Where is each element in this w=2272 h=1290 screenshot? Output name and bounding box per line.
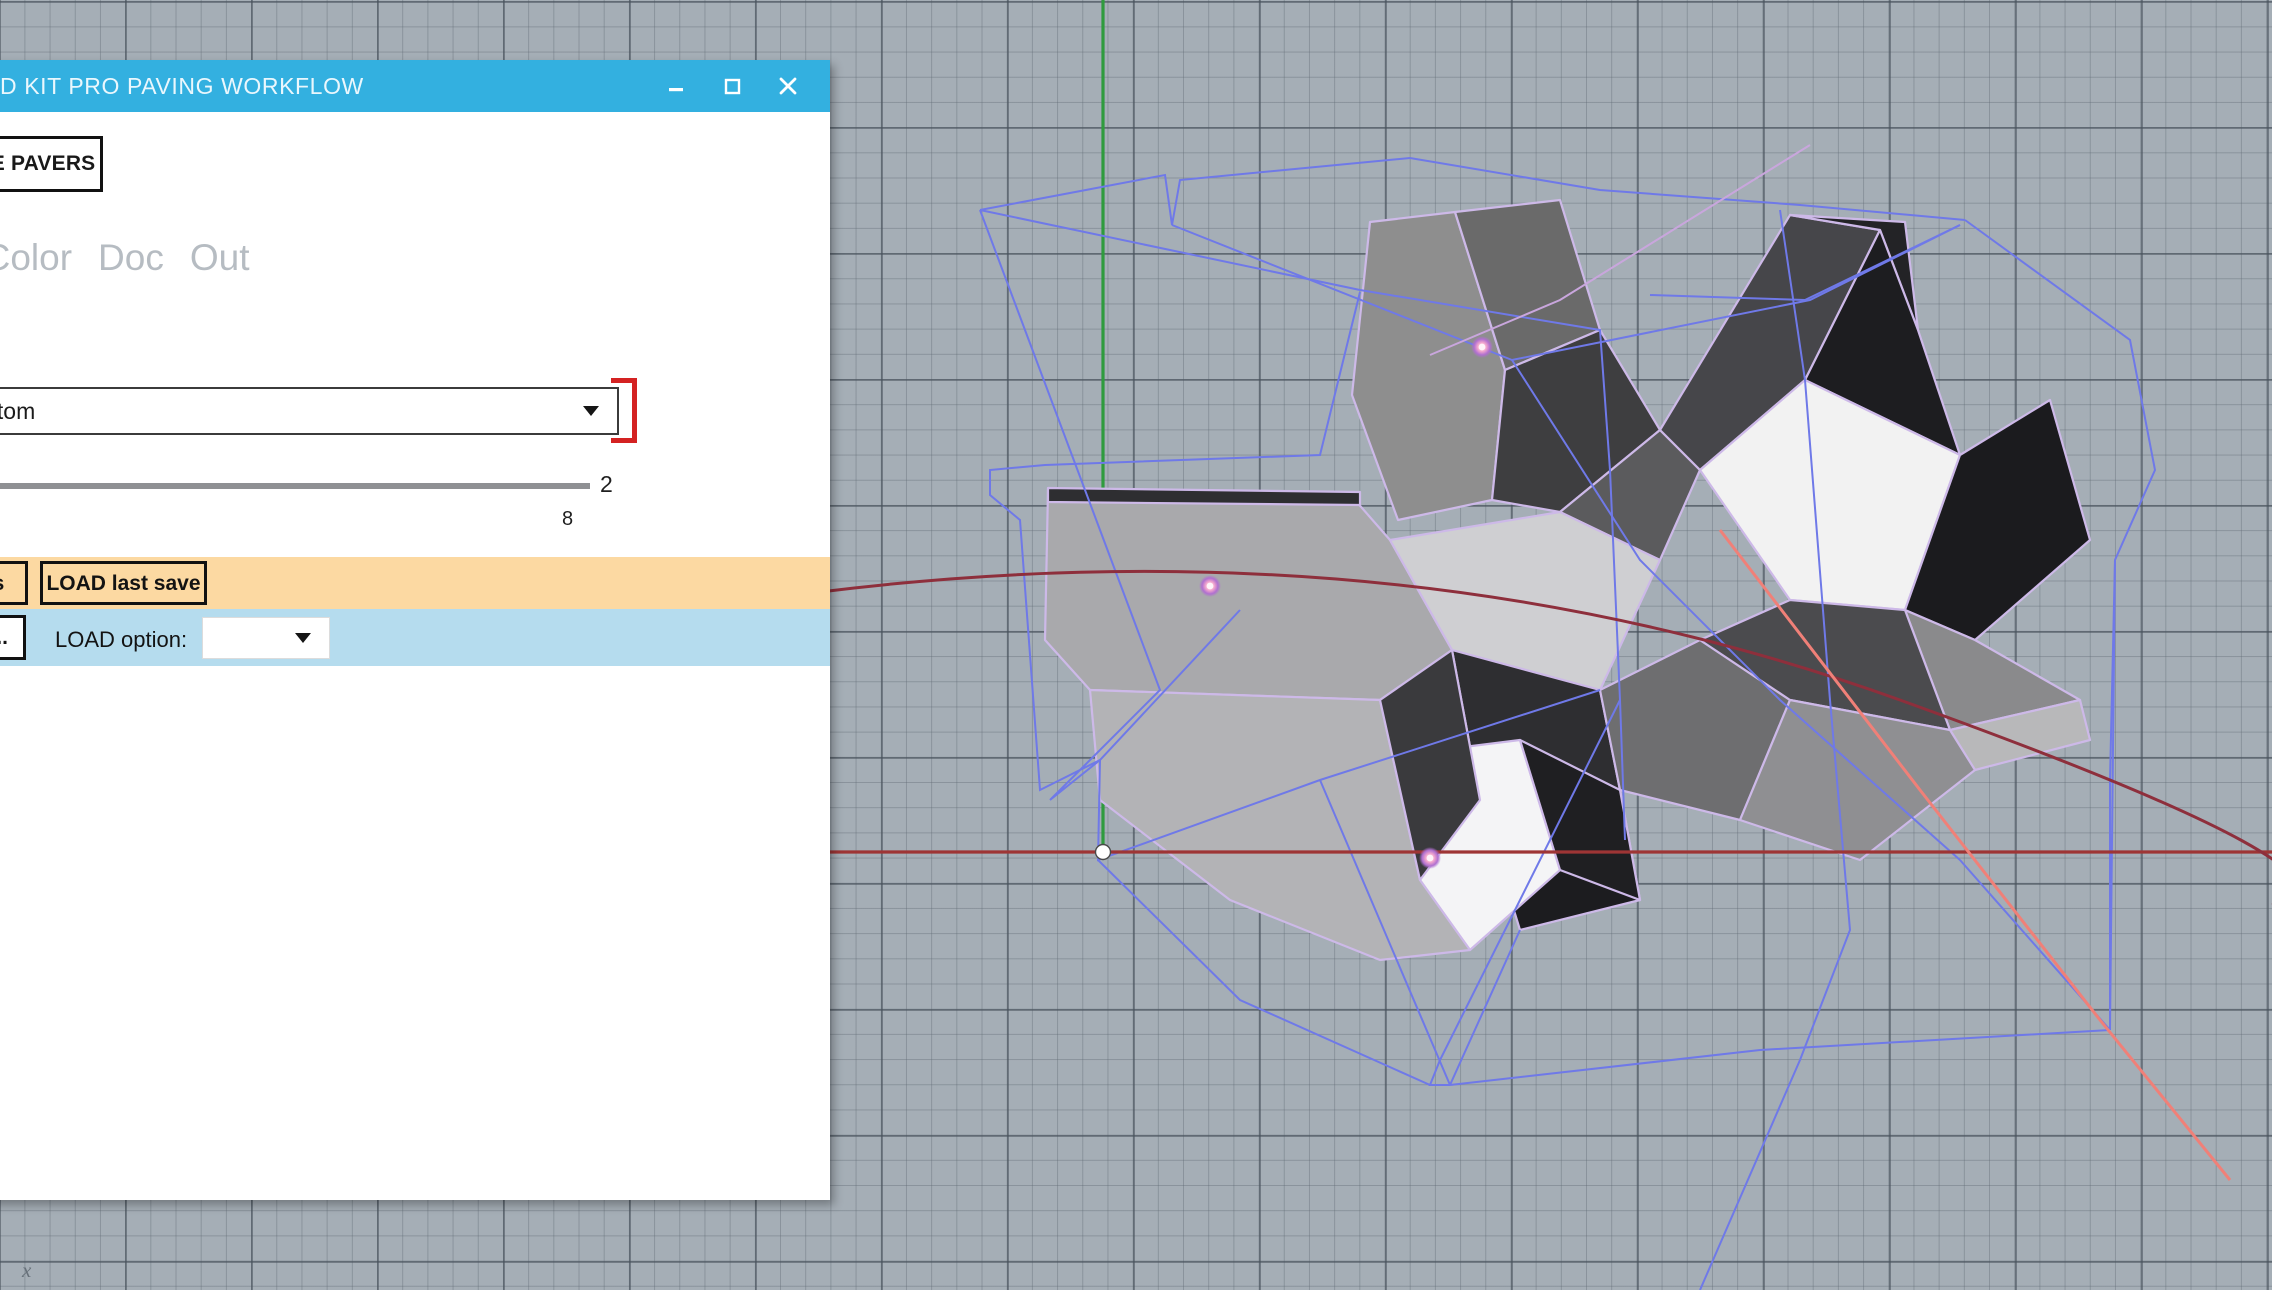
pattern-type-value: Custom [0, 397, 36, 424]
bake-row: BAKE PAVERS [0, 134, 830, 196]
pattern-steps-track[interactable] [0, 483, 590, 489]
pattern-steps-value: 2 [600, 471, 613, 497]
axis-x-label: x [22, 1258, 32, 1282]
tab-color[interactable]: Color [0, 237, 85, 280]
pattern-type-row: ttern Type Custom [0, 378, 830, 443]
pattern-steps-row: tern Steps 2 2 8 [0, 457, 830, 530]
load-option-label: LOAD option: [55, 627, 188, 652]
load-settings-band: VE settings option... LOAD option: [0, 609, 830, 666]
save-current-settings-button[interactable]: VE current settings [0, 561, 28, 605]
tab-doc[interactable]: Doc [85, 237, 177, 280]
bake-pavers-button[interactable]: BAKE PAVERS [0, 136, 103, 192]
origin-point [1094, 843, 1112, 861]
paving-workflow-panel[interactable]: D KIT PRO PAVING WORKFLOW PAVERS olor Do… [0, 60, 830, 1200]
panel-title: D KIT PRO PAVING WORKFLOW [0, 72, 364, 99]
minimize-icon[interactable] [648, 60, 704, 112]
chevron-down-icon[interactable] [583, 406, 599, 416]
window-controls[interactable] [648, 60, 816, 112]
pattern-type-select[interactable]: Custom [0, 387, 619, 435]
load-option-select[interactable] [202, 617, 330, 659]
panel-titlebar[interactable]: D KIT PRO PAVING WORKFLOW [0, 60, 830, 112]
save-settings-band: VE current settings LOAD last save [0, 557, 830, 609]
panel-body: BAKE PAVERS fo Pav Color Doc Out ttern T… [0, 112, 830, 1200]
load-last-save-button[interactable]: LOAD last save [40, 561, 207, 605]
pattern-steps-max: 8 [562, 508, 574, 530]
chevron-down-icon[interactable] [295, 633, 311, 643]
panel-tabs[interactable]: fo Pav Color Doc Out [0, 237, 263, 280]
maximize-icon[interactable] [704, 60, 760, 112]
save-settings-option-button[interactable]: VE settings option... [0, 615, 26, 660]
close-icon[interactable] [760, 60, 816, 112]
tab-out[interactable]: Out [177, 237, 263, 280]
